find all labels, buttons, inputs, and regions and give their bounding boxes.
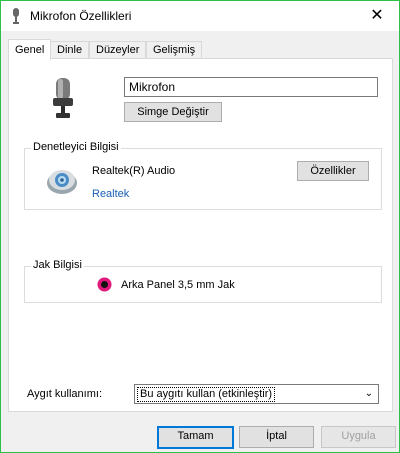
cancel-button[interactable]: İptal	[239, 426, 314, 448]
jack-label: Arka Panel 3,5 mm Jak	[121, 279, 235, 291]
controller-name: Realtek(R) Audio	[92, 165, 176, 177]
change-icon-button[interactable]: Simge Değiştir	[124, 102, 222, 122]
tab-duzeyler[interactable]: Düzeyler	[89, 41, 147, 59]
close-button[interactable]: ✕	[355, 1, 399, 31]
speaker-icon	[47, 170, 77, 194]
window-title: Mikrofon Özellikleri	[30, 9, 132, 23]
jack-icon	[97, 277, 112, 292]
device-name-input[interactable]: Mikrofon	[124, 77, 378, 97]
dialog-window: Mikrofon Özellikleri ✕ Genel Dinle Düzey…	[0, 0, 400, 453]
device-microphone-icon	[53, 78, 73, 118]
chevron-down-icon: ⌄	[364, 388, 374, 399]
tab-gelismis[interactable]: Gelişmiş	[146, 41, 203, 59]
device-usage-label: Aygıt kullanımı:	[27, 388, 102, 400]
apply-button[interactable]: Uygula	[321, 426, 396, 448]
device-usage-selected: Bu aygıtı kullan (etkinleştir)	[137, 387, 276, 402]
tab-dinle[interactable]: Dinle	[50, 41, 90, 59]
controller-properties-button[interactable]: Özellikler	[297, 161, 369, 181]
ok-button[interactable]: Tamam	[157, 426, 234, 449]
tab-genel[interactable]: Genel	[8, 39, 52, 60]
controller-info-title: Denetleyici Bilgisi	[31, 141, 121, 153]
jack-info-title: Jak Bilgisi	[31, 259, 84, 271]
device-usage-select[interactable]: Bu aygıtı kullan (etkinleştir) ⌄	[134, 384, 379, 404]
microphone-icon	[13, 8, 19, 24]
title-bar: Mikrofon Özellikleri ✕	[1, 1, 399, 31]
controller-vendor-link[interactable]: Realtek	[92, 188, 129, 200]
